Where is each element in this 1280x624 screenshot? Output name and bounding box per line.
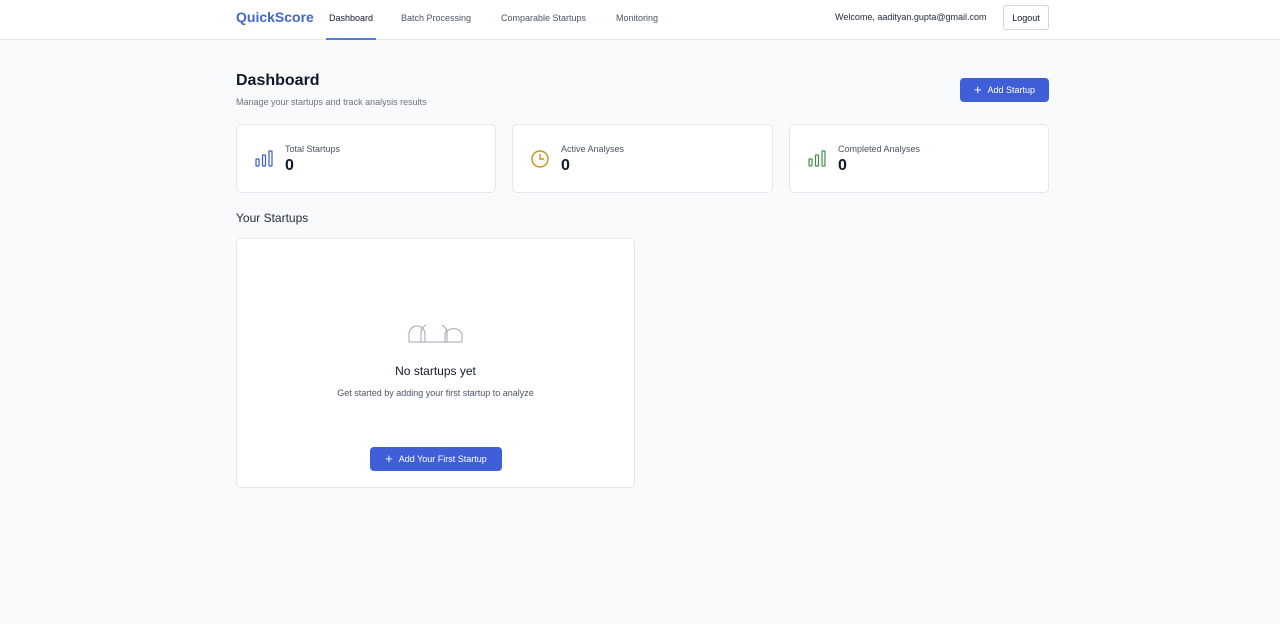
tab-dashboard[interactable]: Dashboard	[326, 0, 377, 40]
add-startup-button[interactable]: + Add Startup	[960, 78, 1049, 102]
stat-value: 0	[561, 157, 570, 174]
stat-label: Total Startups	[285, 144, 341, 154]
top-nav-bar: QuickScore Dashboard Batch Processing Co…	[0, 0, 1280, 40]
stat-value: 0	[838, 157, 847, 174]
stat-card-total-startups: Total Startups 0	[236, 124, 496, 193]
stat-label: Completed Analyses	[838, 144, 921, 154]
add-first-startup-label: Add Your First Startup	[398, 454, 487, 464]
building-icon	[408, 325, 463, 343]
page-title: Dashboard	[236, 72, 320, 89]
empty-state-card: No startups yet Get started by adding yo…	[236, 238, 635, 488]
tab-batch-processing[interactable]: Batch Processing	[398, 0, 474, 40]
bar-chart-icon	[808, 150, 826, 167]
welcome-text: Welcome, aadityan.gupta@gmail.com	[835, 12, 987, 22]
page-subtitle: Manage your startups and track analysis …	[236, 97, 427, 107]
stat-card-completed-analyses: Completed Analyses 0	[789, 124, 1049, 193]
empty-state-title: No startups yet	[395, 364, 476, 378]
clock-icon	[531, 150, 549, 168]
logout-button[interactable]: Logout	[1003, 5, 1049, 30]
tab-comparable-startups[interactable]: Comparable Startups	[498, 0, 589, 40]
stat-value: 0	[285, 157, 294, 174]
plus-icon: +	[973, 82, 982, 97]
section-title-your-startups: Your Startups	[236, 211, 309, 225]
add-startup-label: Add Startup	[987, 85, 1036, 95]
stat-card-active-analyses: Active Analyses 0	[512, 124, 773, 193]
stat-label: Active Analyses	[561, 144, 625, 154]
tab-monitoring[interactable]: Monitoring	[613, 0, 661, 40]
bar-chart-icon	[255, 150, 273, 167]
brand-logo[interactable]: QuickScore	[236, 9, 314, 25]
add-first-startup-button[interactable]: + Add Your First Startup	[370, 447, 502, 471]
empty-state-text: Get started by adding your first startup…	[337, 388, 534, 398]
plus-icon: +	[385, 451, 393, 466]
